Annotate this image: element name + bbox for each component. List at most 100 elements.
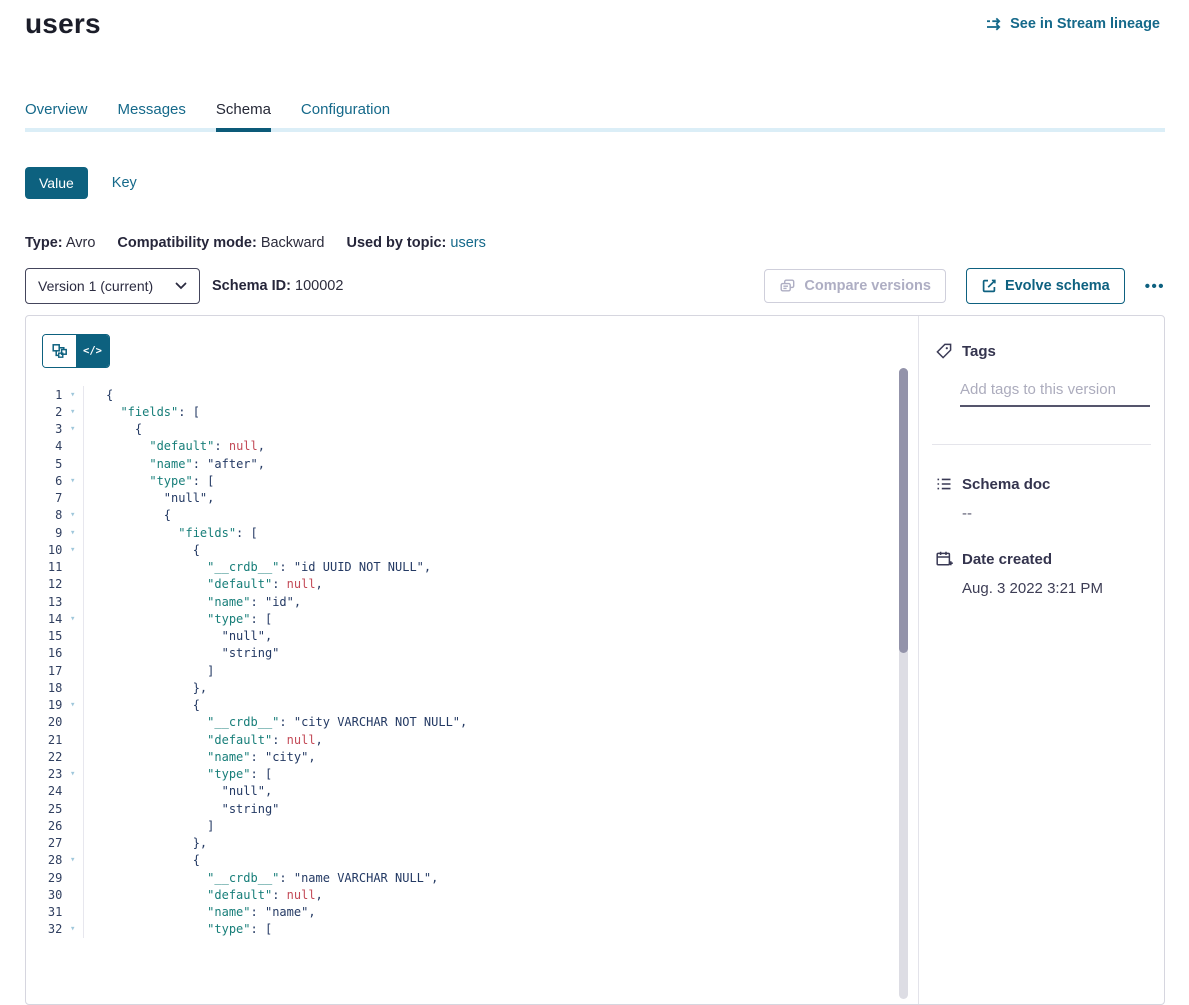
line-number: 28 xyxy=(26,853,62,867)
tags-input[interactable] xyxy=(960,381,1150,407)
line-number: 1 xyxy=(26,388,62,402)
compare-versions-button[interactable]: Compare versions xyxy=(764,269,946,303)
schema-meta: Type: Avro Compatibility mode: Backward … xyxy=(25,235,1165,251)
schema-id-label: Schema ID: xyxy=(212,278,291,294)
date-created-heading: Date created xyxy=(962,551,1052,568)
code-text: "name": "city", xyxy=(84,750,316,764)
version-select[interactable]: Version 1 (current) xyxy=(25,268,200,304)
stream-lineage-label: See in Stream lineage xyxy=(1010,16,1160,32)
code-text: "type": [ xyxy=(84,474,214,488)
compare-versions-icon xyxy=(779,278,796,294)
date-created-value: Aug. 3 2022 3:21 PM xyxy=(962,580,1148,597)
code-line: 18 }, xyxy=(26,679,918,696)
gutter: 11 xyxy=(26,559,84,576)
line-number: 2 xyxy=(26,405,62,419)
gutter: 22 xyxy=(26,748,84,765)
code-text: { xyxy=(84,508,171,522)
tab-messages[interactable]: Messages xyxy=(118,101,186,128)
meta-type-label: Type: xyxy=(25,235,63,251)
gutter: 1▾ xyxy=(26,386,84,403)
line-number: 21 xyxy=(26,733,62,747)
code-line: 6▾ "type": [ xyxy=(26,472,918,489)
code-text: }, xyxy=(84,681,207,695)
line-number: 18 xyxy=(26,681,62,695)
more-options-icon[interactable]: ••• xyxy=(1145,279,1165,294)
code-line: 25 "string" xyxy=(26,800,918,817)
code-text: "null", xyxy=(84,491,214,505)
gutter: 32▾ xyxy=(26,921,84,938)
code-text: "default": null, xyxy=(84,733,323,747)
meta-topic-label: Used by topic: xyxy=(346,235,446,251)
tags-section: Tags xyxy=(935,342,1148,407)
fold-toggle-icon[interactable]: ▾ xyxy=(62,924,83,934)
editor-scrollbar-track[interactable] xyxy=(899,368,908,999)
chevron-down-icon xyxy=(175,282,187,290)
fold-toggle-icon[interactable]: ▾ xyxy=(62,510,83,520)
code-text: ] xyxy=(84,664,214,678)
code-view-button[interactable]: </> xyxy=(76,335,109,367)
line-number: 12 xyxy=(26,577,62,591)
fold-toggle-icon[interactable]: ▾ xyxy=(62,424,83,434)
code-line: 15 "null", xyxy=(26,628,918,645)
line-number: 9 xyxy=(26,526,62,540)
schema-id-value: 100002 xyxy=(295,278,343,294)
gutter: 12 xyxy=(26,576,84,593)
fold-toggle-icon[interactable]: ▾ xyxy=(62,614,83,624)
editor-view-toggle: </> xyxy=(42,334,110,368)
tab-schema[interactable]: Schema xyxy=(216,101,271,132)
code-line: 30 "default": null, xyxy=(26,886,918,903)
value-toggle-button[interactable]: Value xyxy=(25,167,88,199)
code-text: "string" xyxy=(84,802,279,816)
code-line: 13 "name": "id", xyxy=(26,593,918,610)
fold-toggle-icon[interactable]: ▾ xyxy=(62,476,83,486)
code-line: 1▾{ xyxy=(26,386,918,403)
code-text: "name": "id", xyxy=(84,595,301,609)
meta-type-value: Avro xyxy=(66,235,96,251)
stream-lineage-link[interactable]: See in Stream lineage xyxy=(986,16,1160,32)
code-line: 14▾ "type": [ xyxy=(26,610,918,627)
version-select-value: Version 1 (current) xyxy=(38,278,175,294)
code-line: 20 "__crdb__": "city VARCHAR NOT NULL", xyxy=(26,714,918,731)
code-line: 27 }, xyxy=(26,835,918,852)
editor-scrollbar-thumb[interactable] xyxy=(899,368,908,653)
schema-editor: </> 1▾{2▾ "fields": [3▾ {4 "default": nu… xyxy=(26,316,918,1004)
gutter: 27 xyxy=(26,835,84,852)
code-text: "type": [ xyxy=(84,767,272,781)
tab-overview[interactable]: Overview xyxy=(25,101,88,128)
code-text: { xyxy=(84,543,200,557)
tab-configuration[interactable]: Configuration xyxy=(301,101,390,128)
code-line: 4 "default": null, xyxy=(26,438,918,455)
gutter: 13 xyxy=(26,593,84,610)
meta-compatibility: Compatibility mode: Backward xyxy=(117,235,324,251)
fold-toggle-icon[interactable]: ▾ xyxy=(62,390,83,400)
gutter: 14▾ xyxy=(26,610,84,627)
fold-toggle-icon[interactable]: ▾ xyxy=(62,855,83,865)
key-toggle-link[interactable]: Key xyxy=(112,175,137,191)
gutter: 8▾ xyxy=(26,507,84,524)
line-number: 4 xyxy=(26,439,62,453)
version-toolbar: Version 1 (current) Schema ID: 100002 Co… xyxy=(25,268,1165,304)
evolve-schema-button[interactable]: Evolve schema xyxy=(966,268,1125,304)
fold-toggle-icon[interactable]: ▾ xyxy=(62,407,83,417)
code-line: 12 "default": null, xyxy=(26,576,918,593)
code-text: "null", xyxy=(84,784,272,798)
code-text: "null", xyxy=(84,629,272,643)
code-line: 11 "__crdb__": "id UUID NOT NULL", xyxy=(26,559,918,576)
meta-compatibility-value: Backward xyxy=(261,235,325,251)
tags-heading: Tags xyxy=(962,343,996,360)
gutter: 18 xyxy=(26,679,84,696)
header: users See in Stream lineage xyxy=(25,8,1165,52)
code-text: "string" xyxy=(84,646,279,660)
gutter: 21 xyxy=(26,731,84,748)
fold-toggle-icon[interactable]: ▾ xyxy=(62,700,83,710)
code-line: 9▾ "fields": [ xyxy=(26,524,918,541)
line-number: 29 xyxy=(26,871,62,885)
fold-toggle-icon[interactable]: ▾ xyxy=(62,769,83,779)
fold-toggle-icon[interactable]: ▾ xyxy=(62,528,83,538)
tree-view-button[interactable] xyxy=(43,335,76,367)
topic-link[interactable]: users xyxy=(450,235,485,251)
gutter: 6▾ xyxy=(26,472,84,489)
line-number: 11 xyxy=(26,560,62,574)
fold-toggle-icon[interactable]: ▾ xyxy=(62,545,83,555)
evolve-schema-label: Evolve schema xyxy=(1005,278,1110,294)
